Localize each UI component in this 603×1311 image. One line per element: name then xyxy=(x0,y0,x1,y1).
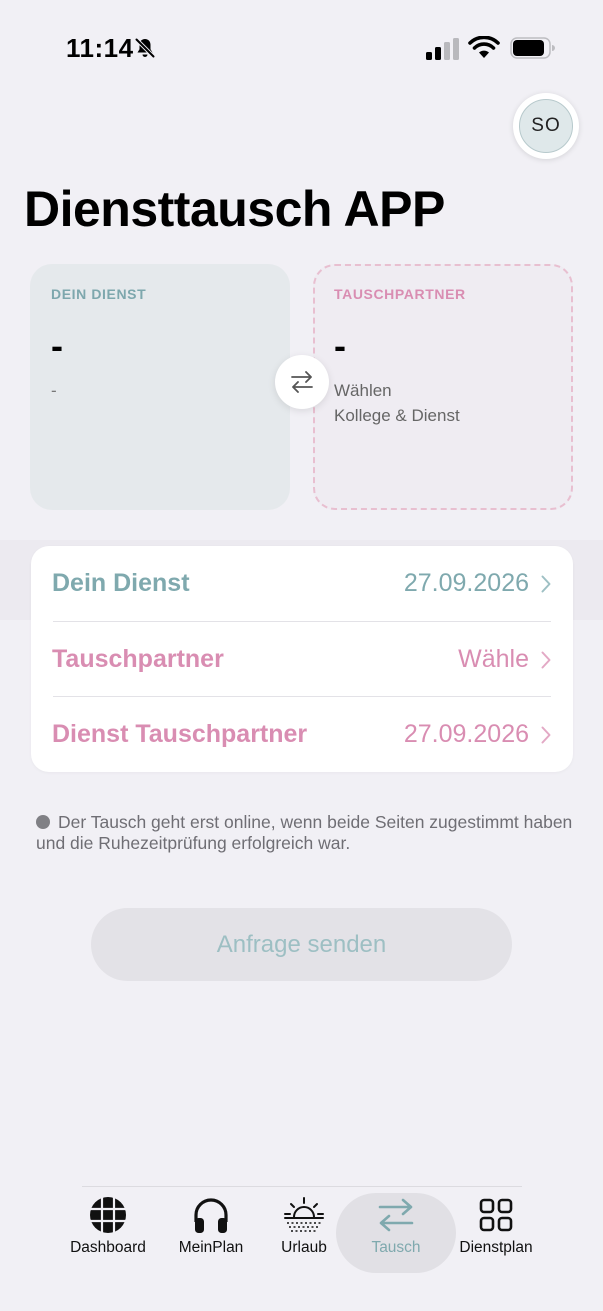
swap-partner-hint-line2: Kollege & Dienst xyxy=(334,406,460,425)
profile-avatar-button[interactable]: SO xyxy=(513,93,579,159)
status-bar: 11:14 xyxy=(0,0,603,96)
tab-tausch[interactable]: Tausch xyxy=(356,1195,436,1271)
page-title: Diensttausch APP xyxy=(24,181,445,237)
tab-dashboard[interactable]: Dashboard xyxy=(62,1195,154,1271)
tab-label: MeinPlan xyxy=(178,1239,244,1256)
list-row-label: Tauschpartner xyxy=(52,645,224,673)
swap-partner-hint-line1: Wählen xyxy=(334,381,392,400)
swap-arrows-icon xyxy=(291,371,313,393)
info-note-text: Der Tausch geht erst online, wenn beide … xyxy=(36,812,573,853)
tabbar-divider xyxy=(82,1186,522,1187)
cellular-signal-icon xyxy=(426,38,459,60)
info-dot-icon xyxy=(36,815,50,829)
list-row-value: Wähle xyxy=(458,645,529,673)
list-row-label: Dienst Tauschpartner xyxy=(52,720,308,748)
my-shift-card-value: - xyxy=(51,325,63,366)
list-row-value: 27.09.2026 xyxy=(403,720,529,748)
list-row-my-shift[interactable]: Dein Dienst 27.09.2026 xyxy=(31,546,573,621)
swap-partner-card[interactable]: TAUSCHPARTNER - Wählen Kollege & Dienst xyxy=(313,264,573,510)
list-row-label: Dein Dienst xyxy=(52,569,190,597)
swap-partner-card-label: TAUSCHPARTNER xyxy=(334,286,466,302)
swap-partner-card-value: - xyxy=(334,325,346,366)
status-time: 11:14 xyxy=(66,33,134,63)
bell-slash-icon xyxy=(134,37,156,59)
tab-label: Dienstplan xyxy=(459,1239,533,1256)
my-shift-card-label: DEIN DIENST xyxy=(51,286,147,302)
chevron-right-icon xyxy=(541,575,551,592)
info-note: Der Tausch geht erst online, wenn beide … xyxy=(36,812,576,854)
tab-label: Tausch xyxy=(371,1239,421,1256)
send-request-button[interactable]: Anfrage senden xyxy=(91,908,512,981)
list-row-value: 27.09.2026 xyxy=(403,569,529,597)
grid-icon xyxy=(479,1198,513,1232)
tab-meinplan[interactable]: MeinPlan xyxy=(170,1195,252,1271)
globe-icon xyxy=(90,1197,126,1233)
chevron-right-icon xyxy=(541,651,551,668)
chevron-right-icon xyxy=(541,726,551,743)
my-shift-card-sub: - xyxy=(51,381,57,400)
list-row-partner-shift[interactable]: Dienst Tauschpartner 27.09.2026 xyxy=(31,697,573,772)
swap-partner-card-sub: Wählen Kollege & Dienst xyxy=(334,378,552,428)
headphones-icon xyxy=(194,1198,228,1233)
tab-label: Urlaub xyxy=(281,1239,327,1256)
wifi-icon xyxy=(468,36,500,58)
sunrise-icon xyxy=(284,1197,324,1232)
swap-direction-button[interactable] xyxy=(275,355,329,409)
avatar-initials: SO xyxy=(519,99,573,153)
tab-urlaub[interactable]: Urlaub xyxy=(272,1195,336,1271)
tab-dienstplan[interactable]: Dienstplan xyxy=(452,1195,540,1271)
my-shift-card[interactable]: DEIN DIENST - - xyxy=(30,264,290,510)
swap-arrows-icon xyxy=(378,1198,414,1232)
battery-icon xyxy=(510,37,555,59)
tab-label: Dashboard xyxy=(70,1239,146,1256)
selection-list: Dein Dienst 27.09.2026 Tauschpartner Wäh… xyxy=(31,546,573,772)
list-row-swap-partner[interactable]: Tauschpartner Wähle xyxy=(31,622,573,697)
